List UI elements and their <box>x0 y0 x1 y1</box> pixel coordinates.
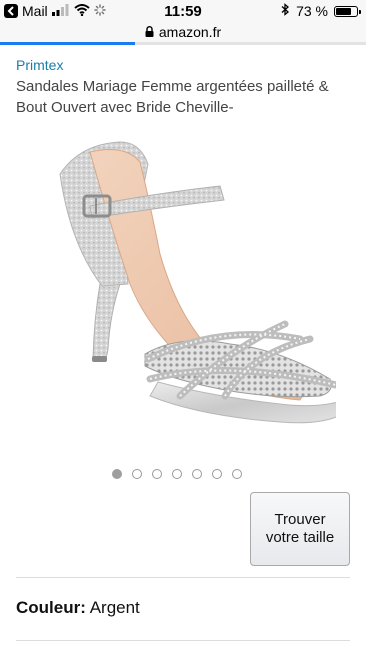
carousel-dot[interactable] <box>232 469 242 479</box>
product-title: Sandales Mariage Femme argentées paillet… <box>16 78 329 116</box>
carousel-dot[interactable] <box>212 469 222 479</box>
carousel-dot[interactable] <box>192 469 202 479</box>
battery-level <box>336 7 351 15</box>
address-bar[interactable]: amazon.fr <box>0 24 366 42</box>
amazon-product-page: Mail 11:59 73 % amazon.fr Primtex Sandal… <box>0 0 366 650</box>
carousel-dot[interactable] <box>152 469 162 479</box>
color-row: Couleur: Argent <box>16 598 140 618</box>
image-carousel-dots <box>112 469 242 479</box>
page-load-progress-fill <box>0 42 136 45</box>
carousel-dot[interactable] <box>132 469 142 479</box>
battery-icon <box>334 5 361 17</box>
find-size-button[interactable]: Trouver votre taille <box>250 492 350 566</box>
carousel-dot[interactable] <box>112 469 122 479</box>
bluetooth-icon <box>281 3 290 19</box>
divider <box>16 640 350 641</box>
lock-icon <box>145 24 154 40</box>
page-load-progress <box>0 42 366 45</box>
carousel-dot[interactable] <box>172 469 182 479</box>
url-text: amazon.fr <box>158 24 222 40</box>
brand-link[interactable]: Primtex <box>16 57 63 73</box>
battery-percent: 73 % <box>296 3 328 19</box>
color-value: Argent <box>89 598 140 617</box>
status-bar: Mail 11:59 73 % <box>0 0 366 24</box>
color-label: Couleur: <box>16 598 86 617</box>
product-image[interactable] <box>30 134 351 439</box>
divider <box>16 577 350 578</box>
